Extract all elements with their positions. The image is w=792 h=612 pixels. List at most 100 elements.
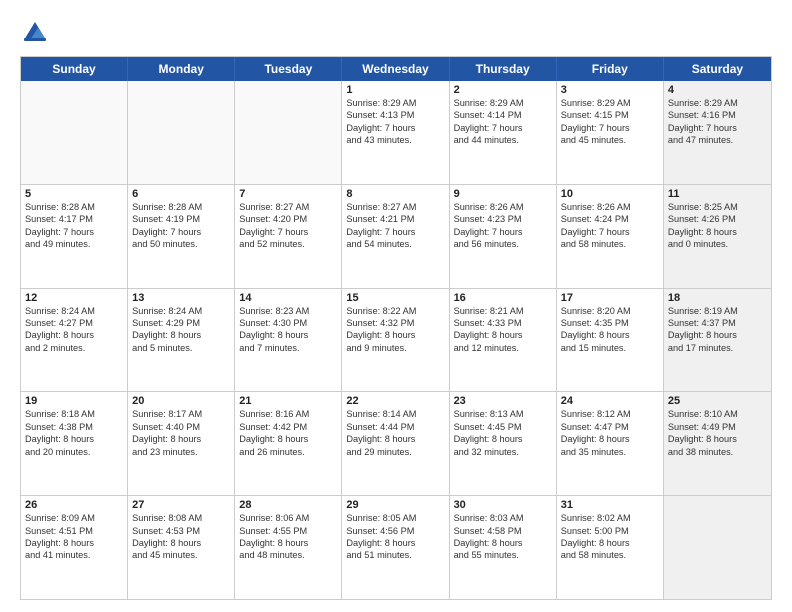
cell-line: Sunset: 4:45 PM	[454, 421, 552, 433]
cal-cell-12: 12Sunrise: 8:24 AMSunset: 4:27 PMDayligh…	[21, 289, 128, 392]
cal-cell-24: 24Sunrise: 8:12 AMSunset: 4:47 PMDayligh…	[557, 392, 664, 495]
cal-cell-29: 29Sunrise: 8:05 AMSunset: 4:56 PMDayligh…	[342, 496, 449, 599]
cell-line: Sunset: 4:37 PM	[668, 317, 767, 329]
cell-line: Daylight: 7 hours	[346, 226, 444, 238]
cell-line: Sunset: 4:44 PM	[346, 421, 444, 433]
cell-line: Sunrise: 8:29 AM	[454, 97, 552, 109]
cell-line: Sunrise: 8:25 AM	[668, 201, 767, 213]
cell-line: Sunrise: 8:16 AM	[239, 408, 337, 420]
day-number: 26	[25, 499, 123, 511]
cell-line: Sunrise: 8:21 AM	[454, 305, 552, 317]
cell-line: Sunrise: 8:12 AM	[561, 408, 659, 420]
day-number: 7	[239, 188, 337, 200]
cell-line: Sunrise: 8:28 AM	[25, 201, 123, 213]
cell-line: Sunset: 4:35 PM	[561, 317, 659, 329]
cell-line: and 58 minutes.	[561, 238, 659, 250]
cell-line: Sunrise: 8:29 AM	[561, 97, 659, 109]
cell-line: and 26 minutes.	[239, 446, 337, 458]
header-day-wednesday: Wednesday	[342, 57, 449, 81]
cell-line: and 48 minutes.	[239, 549, 337, 561]
cell-line: Daylight: 7 hours	[25, 226, 123, 238]
week-row-0: 1Sunrise: 8:29 AMSunset: 4:13 PMDaylight…	[21, 81, 771, 185]
cell-line: Daylight: 7 hours	[239, 226, 337, 238]
calendar-header: SundayMondayTuesdayWednesdayThursdayFrid…	[21, 57, 771, 81]
cal-cell-20: 20Sunrise: 8:17 AMSunset: 4:40 PMDayligh…	[128, 392, 235, 495]
day-number: 6	[132, 188, 230, 200]
cell-line: Sunrise: 8:24 AM	[25, 305, 123, 317]
day-number: 14	[239, 292, 337, 304]
cell-line: Sunrise: 8:27 AM	[346, 201, 444, 213]
cell-line: Sunset: 4:14 PM	[454, 109, 552, 121]
cal-cell-30: 30Sunrise: 8:03 AMSunset: 4:58 PMDayligh…	[450, 496, 557, 599]
logo-icon	[20, 16, 50, 46]
day-number: 19	[25, 395, 123, 407]
cell-line: Sunrise: 8:23 AM	[239, 305, 337, 317]
cal-cell-26: 26Sunrise: 8:09 AMSunset: 4:51 PMDayligh…	[21, 496, 128, 599]
cell-line: Sunset: 5:00 PM	[561, 525, 659, 537]
cell-line: and 51 minutes.	[346, 549, 444, 561]
cell-line: Sunrise: 8:17 AM	[132, 408, 230, 420]
cal-cell-10: 10Sunrise: 8:26 AMSunset: 4:24 PMDayligh…	[557, 185, 664, 288]
day-number: 22	[346, 395, 444, 407]
cell-line: Sunset: 4:20 PM	[239, 213, 337, 225]
cal-cell-2: 2Sunrise: 8:29 AMSunset: 4:14 PMDaylight…	[450, 81, 557, 184]
day-number: 23	[454, 395, 552, 407]
cal-cell-23: 23Sunrise: 8:13 AMSunset: 4:45 PMDayligh…	[450, 392, 557, 495]
cell-line: Daylight: 8 hours	[132, 537, 230, 549]
cell-line: Daylight: 8 hours	[239, 329, 337, 341]
cell-line: Sunset: 4:47 PM	[561, 421, 659, 433]
cell-line: Sunrise: 8:26 AM	[561, 201, 659, 213]
cell-line: Sunrise: 8:20 AM	[561, 305, 659, 317]
cell-line: and 29 minutes.	[346, 446, 444, 458]
cal-cell-22: 22Sunrise: 8:14 AMSunset: 4:44 PMDayligh…	[342, 392, 449, 495]
cell-line: Sunset: 4:13 PM	[346, 109, 444, 121]
cell-line: and 35 minutes.	[561, 446, 659, 458]
cal-cell-11: 11Sunrise: 8:25 AMSunset: 4:26 PMDayligh…	[664, 185, 771, 288]
cell-line: Sunset: 4:17 PM	[25, 213, 123, 225]
cell-line: and 44 minutes.	[454, 134, 552, 146]
day-number: 11	[668, 188, 767, 200]
cal-cell-27: 27Sunrise: 8:08 AMSunset: 4:53 PMDayligh…	[128, 496, 235, 599]
cal-cell-17: 17Sunrise: 8:20 AMSunset: 4:35 PMDayligh…	[557, 289, 664, 392]
cell-line: Daylight: 8 hours	[239, 537, 337, 549]
cell-line: and 47 minutes.	[668, 134, 767, 146]
cal-cell-9: 9Sunrise: 8:26 AMSunset: 4:23 PMDaylight…	[450, 185, 557, 288]
cell-line: Sunrise: 8:09 AM	[25, 512, 123, 524]
calendar-body: 1Sunrise: 8:29 AMSunset: 4:13 PMDaylight…	[21, 81, 771, 599]
cell-line: Sunrise: 8:13 AM	[454, 408, 552, 420]
cell-line: and 15 minutes.	[561, 342, 659, 354]
day-number: 3	[561, 84, 659, 96]
cell-line: Sunset: 4:51 PM	[25, 525, 123, 537]
cell-line: Sunrise: 8:14 AM	[346, 408, 444, 420]
cell-line: Sunset: 4:58 PM	[454, 525, 552, 537]
day-number: 8	[346, 188, 444, 200]
cell-line: Daylight: 8 hours	[346, 433, 444, 445]
cell-line: Daylight: 8 hours	[561, 537, 659, 549]
cell-line: and 38 minutes.	[668, 446, 767, 458]
cal-cell-25: 25Sunrise: 8:10 AMSunset: 4:49 PMDayligh…	[664, 392, 771, 495]
cell-line: and 50 minutes.	[132, 238, 230, 250]
cal-cell-28: 28Sunrise: 8:06 AMSunset: 4:55 PMDayligh…	[235, 496, 342, 599]
cal-cell-4: 4Sunrise: 8:29 AMSunset: 4:16 PMDaylight…	[664, 81, 771, 184]
week-row-1: 5Sunrise: 8:28 AMSunset: 4:17 PMDaylight…	[21, 185, 771, 289]
cell-line: and 17 minutes.	[668, 342, 767, 354]
calendar: SundayMondayTuesdayWednesdayThursdayFrid…	[20, 56, 772, 600]
day-number: 9	[454, 188, 552, 200]
cell-line: Sunrise: 8:10 AM	[668, 408, 767, 420]
cal-cell-13: 13Sunrise: 8:24 AMSunset: 4:29 PMDayligh…	[128, 289, 235, 392]
cell-line: and 56 minutes.	[454, 238, 552, 250]
cell-line: Sunset: 4:15 PM	[561, 109, 659, 121]
cal-cell-empty	[128, 81, 235, 184]
cell-line: and 5 minutes.	[132, 342, 230, 354]
cell-line: and 45 minutes.	[132, 549, 230, 561]
cell-line: and 20 minutes.	[25, 446, 123, 458]
header-day-monday: Monday	[128, 57, 235, 81]
cell-line: Daylight: 8 hours	[239, 433, 337, 445]
cell-line: Sunrise: 8:29 AM	[346, 97, 444, 109]
week-row-4: 26Sunrise: 8:09 AMSunset: 4:51 PM Dayligh…	[21, 496, 771, 599]
cell-line: Daylight: 8 hours	[346, 537, 444, 549]
day-number: 2	[454, 84, 552, 96]
cell-line: and 12 minutes.	[454, 342, 552, 354]
header-day-friday: Friday	[557, 57, 664, 81]
cell-line: and 9 minutes.	[346, 342, 444, 354]
